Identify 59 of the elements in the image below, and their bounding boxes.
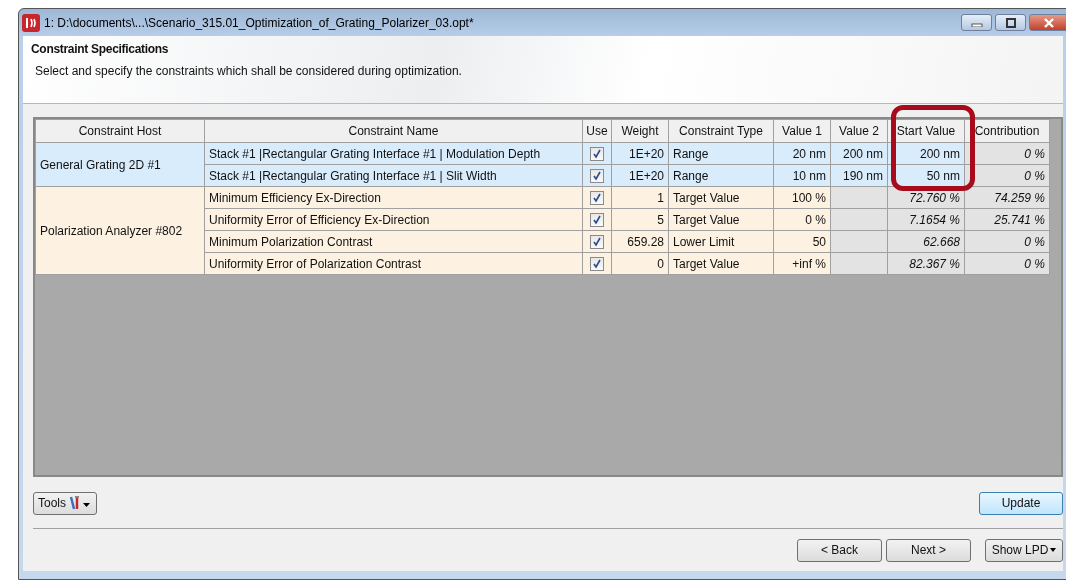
column-header[interactable]: Contribution bbox=[964, 119, 1050, 143]
table-cell: Polarization Analyzer #802 bbox=[35, 186, 205, 275]
table-cell: Target Value bbox=[668, 208, 774, 231]
next-button[interactable]: Next > bbox=[886, 538, 971, 562]
checkbox[interactable] bbox=[590, 212, 604, 227]
column-header[interactable]: Value 1 bbox=[773, 119, 831, 143]
column-header[interactable]: Use bbox=[582, 119, 612, 143]
close-icon bbox=[1043, 17, 1055, 28]
table-cell: Stack #1 |Rectangular Grating Interface #1 | Modulation Depth bbox=[204, 142, 583, 165]
column-header[interactable]: Constraint Type bbox=[668, 119, 774, 143]
table-cell: +inf % bbox=[773, 252, 831, 275]
table-cell: Uniformity Error of Polarization Contrast bbox=[204, 252, 583, 275]
table-cell: 1E+20 bbox=[611, 142, 669, 165]
checkbox[interactable] bbox=[590, 146, 604, 161]
table-cell: Range bbox=[668, 164, 774, 187]
table-cell: 1E+20 bbox=[611, 164, 669, 187]
show-lpd-button[interactable]: Show LPD bbox=[985, 538, 1063, 562]
table-cell: 100 % bbox=[773, 186, 831, 209]
table-cell: 200 nm bbox=[887, 142, 965, 165]
column-header[interactable]: Constraint Name bbox=[204, 119, 583, 143]
table-cell: Uniformity Error of Efficiency Ex-Direction bbox=[204, 208, 583, 231]
table-cell: 20 nm bbox=[773, 142, 831, 165]
column-header[interactable]: Value 2 bbox=[830, 119, 888, 143]
close-button[interactable] bbox=[1029, 14, 1066, 31]
tools-caret-icon bbox=[68, 495, 92, 511]
checkbox[interactable] bbox=[590, 234, 604, 249]
checkbox[interactable] bbox=[590, 256, 604, 271]
table-cell: General Grating 2D #1 bbox=[35, 142, 205, 187]
table-cell: Target Value bbox=[668, 252, 774, 275]
table-cell: 10 nm bbox=[773, 164, 831, 187]
maximize-button[interactable] bbox=[995, 14, 1026, 31]
table-cell: 190 nm bbox=[830, 164, 888, 187]
table-cell: 200 nm bbox=[830, 142, 888, 165]
app-logo-icon bbox=[22, 13, 40, 32]
caret-icon bbox=[1050, 548, 1057, 552]
checkbox[interactable] bbox=[590, 168, 604, 183]
page-description: Select and specify the constraints which shall be considered during optimization. bbox=[35, 64, 463, 78]
table-cell: 659.28 bbox=[611, 230, 669, 253]
table-cell: 0 bbox=[611, 252, 669, 275]
checkbox[interactable] bbox=[590, 190, 604, 205]
window-title: 1: D:\documents\...\Scenario_315.01_Optimization_of_Grating_Polarizer_03.opt* bbox=[44, 15, 474, 30]
back-button[interactable]: < Back bbox=[797, 538, 882, 562]
update-button[interactable]: Update bbox=[979, 491, 1063, 515]
column-header[interactable]: Weight bbox=[611, 119, 669, 143]
table-cell: 0 % bbox=[773, 208, 831, 231]
table-cell: Minimum Polarization Contrast bbox=[204, 230, 583, 253]
table-cell: Minimum Efficiency Ex-Direction bbox=[204, 186, 583, 209]
tools-button[interactable]: Tools bbox=[33, 491, 97, 515]
maximize-icon bbox=[1004, 17, 1017, 28]
table-cell: Lower Limit bbox=[668, 230, 774, 253]
table-cell: 50 nm bbox=[887, 164, 965, 187]
page-heading: Constraint Specifications bbox=[31, 42, 170, 56]
column-header[interactable]: Constraint Host bbox=[35, 119, 205, 143]
table-cell: 50 bbox=[773, 230, 831, 253]
table-cell: Range bbox=[668, 142, 774, 165]
table-cell: 1 bbox=[611, 186, 669, 209]
table-cell: 5 bbox=[611, 208, 669, 231]
table-cell: Target Value bbox=[668, 186, 774, 209]
table-cell: Stack #1 |Rectangular Grating Interface #1 | Slit Width bbox=[204, 164, 583, 187]
